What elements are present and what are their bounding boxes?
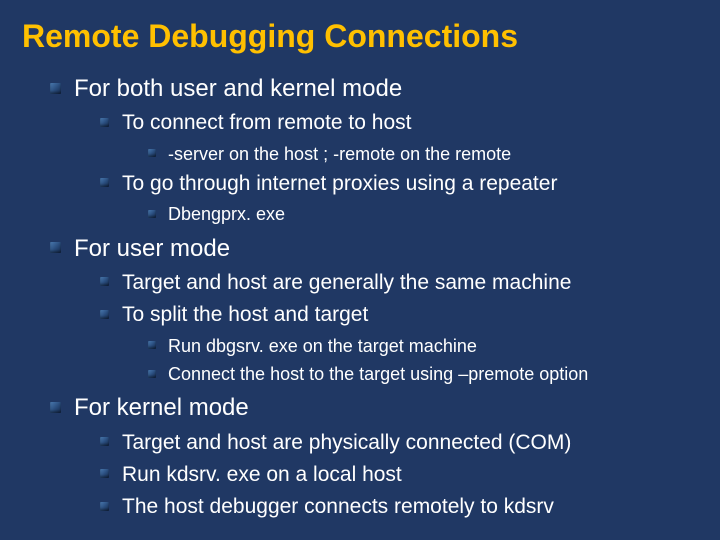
- bullet-list-level2: Target and host are generally the same m…: [100, 269, 698, 386]
- list-item: For both user and kernel mode To connect…: [50, 73, 698, 227]
- list-item: For kernel mode Target and host are phys…: [50, 392, 698, 521]
- list-item: For user mode Target and host are genera…: [50, 233, 698, 387]
- list-item: Dbengprx. exe: [148, 202, 698, 226]
- bullet-list-level2: To connect from remote to host -server o…: [100, 109, 698, 226]
- bullet-text: For both user and kernel mode: [74, 75, 402, 102]
- bullet-text: The host debugger connects remotely to k…: [122, 495, 554, 518]
- bullet-text: Run dbgsrv. exe on the target machine: [168, 336, 477, 356]
- bullet-text: To go through internet proxies using a r…: [122, 172, 557, 195]
- bullet-list-level3: Run dbgsrv. exe on the target machine Co…: [148, 334, 698, 387]
- list-item: Connect the host to the target using –pr…: [148, 362, 698, 386]
- list-item: Target and host are generally the same m…: [100, 269, 698, 297]
- list-item: To go through internet proxies using a r…: [100, 170, 698, 227]
- bullet-text: Target and host are physically connected…: [122, 431, 571, 454]
- list-item: The host debugger connects remotely to k…: [100, 493, 698, 521]
- slide: Remote Debugging Connections For both us…: [0, 0, 720, 536]
- list-item: -server on the host ; -remote on the rem…: [148, 142, 698, 166]
- bullet-text: -server on the host ; -remote on the rem…: [168, 144, 511, 164]
- list-item: To connect from remote to host -server o…: [100, 109, 698, 166]
- bullet-list-level1: For both user and kernel mode To connect…: [50, 73, 698, 522]
- list-item: Run kdsrv. exe on a local host: [100, 461, 698, 489]
- bullet-text: For user mode: [74, 235, 230, 262]
- bullet-list-level3: -server on the host ; -remote on the rem…: [148, 142, 698, 166]
- bullet-text: Target and host are generally the same m…: [122, 271, 571, 294]
- bullet-text: Connect the host to the target using –pr…: [168, 364, 588, 384]
- list-item: Target and host are physically connected…: [100, 429, 698, 457]
- bullet-text: To connect from remote to host: [122, 111, 411, 134]
- list-item: Run dbgsrv. exe on the target machine: [148, 334, 698, 358]
- bullet-text: To split the host and target: [122, 303, 368, 326]
- bullet-list-level2: Target and host are physically connected…: [100, 429, 698, 522]
- slide-title: Remote Debugging Connections: [22, 18, 698, 55]
- bullet-text: Dbengprx. exe: [168, 204, 285, 224]
- bullet-text: Run kdsrv. exe on a local host: [122, 463, 402, 486]
- bullet-list-level3: Dbengprx. exe: [148, 202, 698, 226]
- bullet-text: For kernel mode: [74, 394, 249, 421]
- list-item: To split the host and target Run dbgsrv.…: [100, 301, 698, 386]
